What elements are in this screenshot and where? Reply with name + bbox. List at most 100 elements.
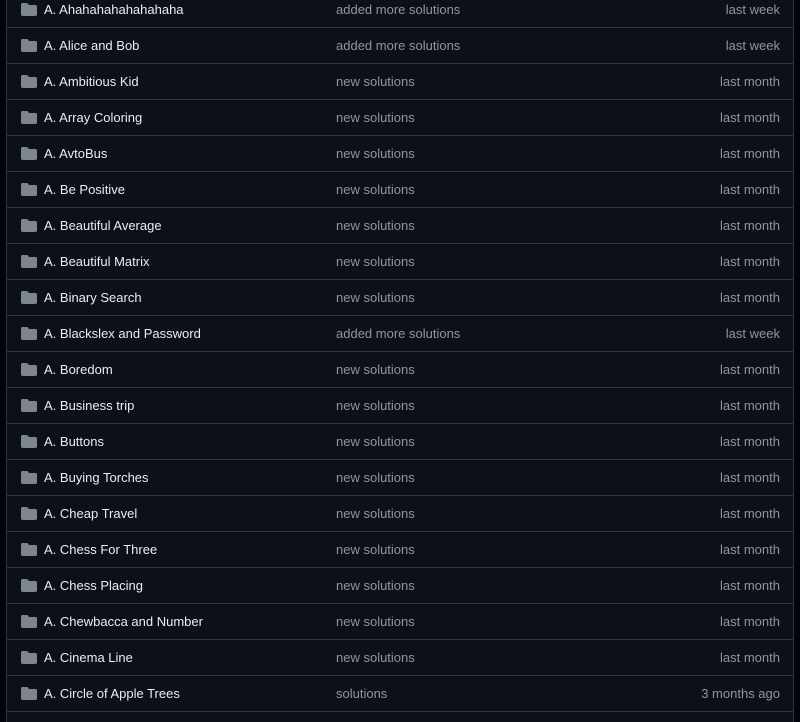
commit-age: last week (725, 38, 780, 53)
commit-message-link[interactable]: new solutions (336, 434, 415, 449)
folder-name-link[interactable]: A. Beautiful Matrix (44, 254, 150, 269)
folder-name-link[interactable]: A. Boredom (44, 362, 113, 377)
commit-message-link[interactable]: new solutions (336, 506, 415, 521)
commit-age: last month (720, 506, 780, 521)
file-list-row-16[interactable]: A. Chess Placing new solutions last mont… (7, 568, 793, 604)
folder-icon (21, 471, 37, 484)
commit-age: last month (720, 542, 780, 557)
commit-age: last month (720, 74, 780, 89)
commit-age: last month (720, 614, 780, 629)
file-list-row-12[interactable]: A. Buttons new solutions last month (7, 424, 793, 460)
commit-message-link[interactable]: new solutions (336, 578, 415, 593)
file-list-row-5[interactable]: A. Be Positive new solutions last month (7, 172, 793, 208)
commit-age: last month (720, 434, 780, 449)
folder-icon (21, 3, 37, 16)
file-list-row-11[interactable]: A. Business trip new solutions last mont… (7, 388, 793, 424)
file-list-row-1[interactable]: A. Alice and Bob added more solutions la… (7, 28, 793, 64)
folder-name-link[interactable]: A. Ambitious Kid (44, 74, 139, 89)
file-list-row-6[interactable]: A. Beautiful Average new solutions last … (7, 208, 793, 244)
file-list-row-19[interactable]: A. Circle of Apple Trees solutions 3 mon… (7, 676, 793, 712)
commit-message-link[interactable]: new solutions (336, 146, 415, 161)
folder-icon (21, 327, 37, 340)
commit-age: last month (720, 146, 780, 161)
file-list-row-9[interactable]: A. Blackslex and Password added more sol… (7, 316, 793, 352)
folder-name-link[interactable]: A. Alice and Bob (44, 38, 139, 53)
folder-icon (21, 255, 37, 268)
commit-message-link[interactable]: new solutions (336, 362, 415, 377)
file-list-row-4[interactable]: A. AvtoBus new solutions last month (7, 136, 793, 172)
folder-icon (21, 507, 37, 520)
folder-icon (21, 687, 37, 700)
commit-age: last month (720, 254, 780, 269)
folder-icon (21, 219, 37, 232)
commit-message-link[interactable]: new solutions (336, 650, 415, 665)
commit-age: last month (720, 650, 780, 665)
folder-icon (21, 543, 37, 556)
file-list-row-10[interactable]: A. Boredom new solutions last month (7, 352, 793, 388)
commit-message-link[interactable]: new solutions (336, 614, 415, 629)
folder-icon (21, 615, 37, 628)
file-list-row-15[interactable]: A. Chess For Three new solutions last mo… (7, 532, 793, 568)
folder-name-link[interactable]: A. Be Positive (44, 182, 125, 197)
folder-name-link[interactable]: A. Business trip (44, 398, 134, 413)
commit-age: 3 months ago (701, 686, 780, 701)
commit-message-link[interactable]: new solutions (336, 182, 415, 197)
file-list-row-14[interactable]: A. Cheap Travel new solutions last month (7, 496, 793, 532)
commit-message-link[interactable]: new solutions (336, 110, 415, 125)
folder-name-link[interactable]: A. Chess For Three (44, 542, 157, 557)
folder-name-link[interactable]: A. Circle of Apple Trees (44, 686, 180, 701)
commit-message-link[interactable]: new solutions (336, 470, 415, 485)
commit-message-link[interactable]: new solutions (336, 290, 415, 305)
folder-name-link[interactable]: A. Cinema Line (44, 650, 133, 665)
commit-age: last month (720, 362, 780, 377)
commit-age: last month (720, 398, 780, 413)
folder-icon (21, 39, 37, 52)
folder-name-link[interactable]: A. Buying Torches (44, 470, 149, 485)
file-list-row-2[interactable]: A. Ambitious Kid new solutions last mont… (7, 64, 793, 100)
commit-message-link[interactable]: new solutions (336, 542, 415, 557)
file-list-row-7[interactable]: A. Beautiful Matrix new solutions last m… (7, 244, 793, 280)
commit-age: last week (725, 2, 780, 17)
folder-name-link[interactable]: A. Chewbacca and Number (44, 614, 203, 629)
commit-message-link[interactable]: added more solutions (336, 2, 460, 17)
file-list-row-0[interactable]: A. Ahahahahahahahaha added more solution… (7, 0, 793, 28)
folder-name-link[interactable]: A. Binary Search (44, 290, 142, 305)
commit-message-link[interactable]: solutions (336, 686, 387, 701)
commit-message-link[interactable]: new solutions (336, 218, 415, 233)
commit-message-link[interactable]: new solutions (336, 74, 415, 89)
file-list-row-17[interactable]: A. Chewbacca and Number new solutions la… (7, 604, 793, 640)
commit-message-link[interactable]: added more solutions (336, 38, 460, 53)
folder-icon (21, 363, 37, 376)
commit-age: last month (720, 470, 780, 485)
commit-age: last month (720, 182, 780, 197)
commit-message-link[interactable]: new solutions (336, 254, 415, 269)
folder-icon (21, 111, 37, 124)
file-list-row-8[interactable]: A. Binary Search new solutions last mont… (7, 280, 793, 316)
folder-name-link[interactable]: A. Chess Placing (44, 578, 143, 593)
commit-age: last month (720, 578, 780, 593)
folder-name-link[interactable]: A. Array Coloring (44, 110, 142, 125)
folder-name-link[interactable]: A. Blackslex and Password (44, 326, 201, 341)
commit-message-link[interactable]: new solutions (336, 398, 415, 413)
commit-message-link[interactable]: added more solutions (336, 326, 460, 341)
folder-icon (21, 435, 37, 448)
folder-icon (21, 651, 37, 664)
folder-icon (21, 399, 37, 412)
folder-icon (21, 147, 37, 160)
folder-name-link[interactable]: A. Ahahahahahahahaha (44, 2, 184, 17)
folder-name-link[interactable]: A. AvtoBus (44, 146, 107, 161)
file-list-row-3[interactable]: A. Array Coloring new solutions last mon… (7, 100, 793, 136)
commit-age: last week (725, 326, 780, 341)
folder-name-link[interactable]: A. Buttons (44, 434, 104, 449)
commit-age: last month (720, 218, 780, 233)
commit-age: last month (720, 110, 780, 125)
file-list-row-13[interactable]: A. Buying Torches new solutions last mon… (7, 460, 793, 496)
folder-icon (21, 291, 37, 304)
folder-icon (21, 75, 37, 88)
file-list: A. Ahahahahahahahaha added more solution… (6, 0, 794, 722)
folder-icon (21, 183, 37, 196)
folder-name-link[interactable]: A. Beautiful Average (44, 218, 162, 233)
folder-icon (21, 579, 37, 592)
file-list-row-18[interactable]: A. Cinema Line new solutions last month (7, 640, 793, 676)
folder-name-link[interactable]: A. Cheap Travel (44, 506, 137, 521)
